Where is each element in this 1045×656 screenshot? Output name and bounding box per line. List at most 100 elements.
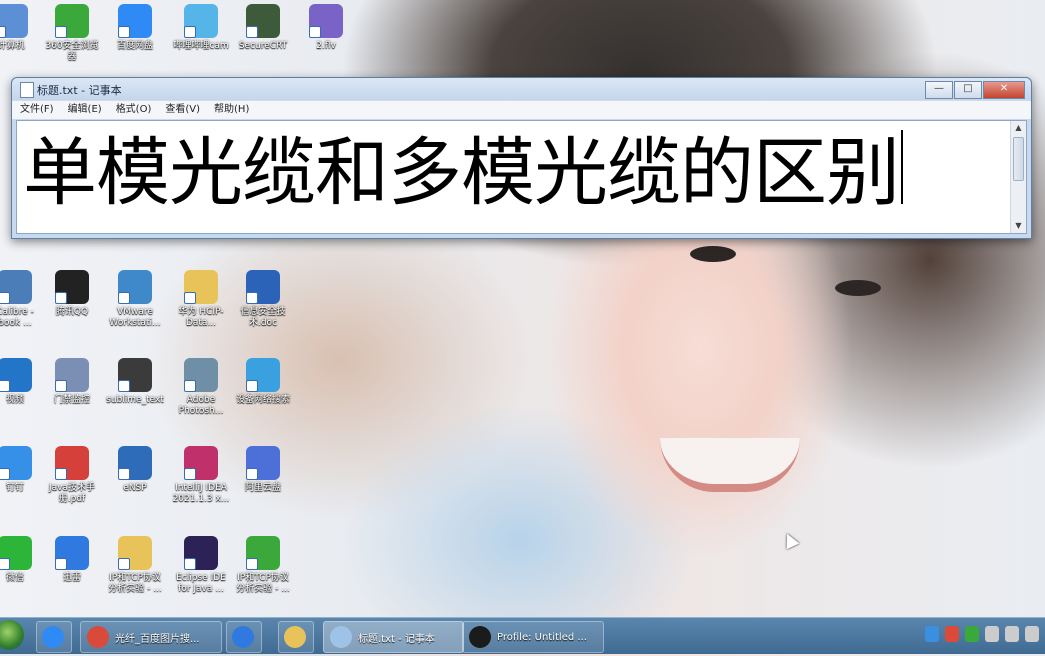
desktop-shortcut[interactable]: 计算机	[0, 4, 40, 52]
desktop-shortcut[interactable]: 设备网络搜索	[234, 358, 292, 406]
thunder-icon	[232, 626, 254, 648]
editor-content[interactable]: 单模光缆和多模光缆的区别	[23, 119, 903, 227]
image-file-icon	[184, 358, 218, 392]
desktop-shortcut-label: 设备网络搜索	[235, 395, 290, 405]
close-button[interactable]: ✕	[983, 81, 1025, 99]
desktop-shortcut-label: 腾讯QQ	[55, 307, 89, 317]
desktop-shortcut[interactable]: 2.flv	[297, 4, 355, 52]
tray-icon[interactable]	[945, 626, 959, 642]
desktop-shortcut[interactable]: Adobe Photosh...	[172, 358, 230, 417]
sublime-icon	[118, 358, 152, 392]
word-icon	[246, 270, 280, 304]
desktop-shortcut[interactable]: sublime_text	[106, 358, 164, 406]
desktop-shortcut[interactable]: Eclipse IDE for Java ...	[172, 536, 230, 595]
cloud-drive-icon	[118, 4, 152, 38]
desktop-shortcut[interactable]: eNSP	[106, 446, 164, 494]
desktop-shortcut-label: Adobe Photosh...	[178, 395, 224, 416]
notepad-window[interactable]: 标题.txt - 记事本 — □ ✕ 文件(F) 编辑(E) 格式(O) 查看(…	[11, 77, 1032, 239]
pdf-icon	[55, 446, 89, 480]
desktop-shortcut-label: SecureCRT	[238, 41, 288, 51]
desktop-shortcut-label: 哔哩哔哩cam	[173, 41, 229, 51]
taskbar-button[interactable]	[278, 621, 314, 653]
scroll-thumb[interactable]	[1013, 137, 1024, 181]
desktop-shortcut[interactable]: IP和TCP协议分析实验 - ...	[234, 536, 292, 595]
desktop-shortcut[interactable]: 钉钉	[0, 446, 44, 494]
desktop-shortcut-label: Eclipse IDE for Java ...	[176, 573, 226, 594]
folder-icon	[184, 270, 218, 304]
start-button[interactable]	[0, 620, 24, 650]
network-search-icon	[246, 358, 280, 392]
menu-view[interactable]: 查看(V)	[165, 101, 200, 119]
desktop-shortcut-label: 视频	[5, 395, 24, 405]
maximize-button[interactable]: □	[954, 81, 982, 99]
menu-format[interactable]: 格式(O)	[116, 101, 152, 119]
bilibili-icon	[184, 4, 218, 38]
book-icon	[0, 270, 32, 304]
terminal-icon	[246, 4, 280, 38]
video-player-icon	[0, 358, 32, 392]
minimize-button[interactable]: —	[925, 81, 953, 99]
desktop-shortcut-label: 百度网盘	[116, 41, 153, 51]
taskbar-button-label: 光纤_百度图片搜...	[115, 633, 200, 645]
vertical-scrollbar[interactable]: ▲ ▼	[1010, 121, 1026, 233]
tray-icon[interactable]	[1005, 626, 1019, 642]
desktop-shortcut[interactable]: 微信	[0, 536, 44, 584]
desktop-shortcut-label: VMware Workstati...	[109, 307, 161, 328]
tray-icon[interactable]	[965, 626, 979, 642]
computer-icon	[0, 4, 28, 38]
desktop-shortcut-label: IP和TCP协议分析实验 - ...	[236, 573, 290, 594]
desktop-shortcut[interactable]: 百度网盘	[106, 4, 164, 52]
taskbar: 光纤_百度图片搜... 标题.txt - 记事本 Profile: Untitled…	[0, 617, 1045, 654]
desktop-shortcut[interactable]: 哔哩哔哩cam	[172, 4, 230, 52]
taskbar-button[interactable]: Profile: Untitled ...	[462, 621, 604, 653]
window-controls: — □ ✕	[924, 81, 1025, 99]
notepad-icon	[330, 626, 352, 648]
desktop-shortcut-label: Calibre - book ...	[0, 307, 34, 328]
menu-help[interactable]: 帮助(H)	[214, 101, 249, 119]
desktop-shortcut[interactable]: IntelliJ IDEA 2021.1.3 x...	[172, 446, 230, 505]
desktop-shortcut[interactable]: Java技术手册.pdf	[43, 446, 101, 505]
desktop-shortcut[interactable]: 信息安全技术.doc	[234, 270, 292, 329]
browser-icon	[55, 4, 89, 38]
text-editor[interactable]: 单模光缆和多模光缆的区别 ▲ ▼	[16, 120, 1027, 234]
baidu-netdisk-icon	[42, 626, 64, 648]
thunder-icon	[55, 536, 89, 570]
taskbar-button[interactable]: 标题.txt - 记事本	[323, 621, 464, 653]
tray-icon[interactable]	[985, 626, 999, 642]
desktop-shortcut[interactable]: IP和TCP协议分析实验 - ...	[106, 536, 164, 595]
desktop-shortcut[interactable]: 门禁监控	[43, 358, 101, 406]
desktop-shortcut[interactable]: 华为 HCIP-Data...	[172, 270, 230, 329]
desktop-shortcut-label: 钉钉	[5, 483, 24, 493]
desktop-shortcut[interactable]: 阿里云盘	[234, 446, 292, 494]
taskbar-button[interactable]	[36, 621, 72, 653]
dingtalk-icon	[0, 446, 32, 480]
scroll-up-icon[interactable]: ▲	[1011, 121, 1026, 135]
desktop-shortcut-label: eNSP	[123, 483, 147, 493]
desktop-shortcut-label: 360安全浏览器	[45, 41, 99, 62]
notepad-titlebar[interactable]: 标题.txt - 记事本 — □ ✕	[12, 78, 1031, 100]
desktop-shortcut[interactable]: VMware Workstati...	[106, 270, 164, 329]
desktop-shortcut[interactable]: Calibre - book ...	[0, 270, 44, 329]
desktop-shortcut-label: 2.flv	[316, 41, 336, 51]
scroll-down-icon[interactable]: ▼	[1011, 219, 1026, 233]
menu-edit[interactable]: 编辑(E)	[68, 101, 102, 119]
taskbar-button[interactable]	[226, 621, 262, 653]
desktop-shortcut[interactable]: SecureCRT	[234, 4, 292, 52]
desktop-shortcut-label: 门禁监控	[53, 395, 90, 405]
notepad-icon	[20, 82, 34, 98]
tray-icon[interactable]	[925, 626, 939, 642]
tray-icon[interactable]	[1025, 626, 1039, 642]
chrome-icon	[87, 626, 109, 648]
desktop-shortcut-label: 计算机	[0, 41, 25, 51]
ensp-icon	[118, 446, 152, 480]
desktop-shortcut[interactable]: 360安全浏览器	[43, 4, 101, 63]
system-tray	[925, 626, 1039, 642]
desktop-shortcut[interactable]: 腾讯QQ	[43, 270, 101, 318]
qq-icon	[55, 270, 89, 304]
desktop-shortcut-label: Java技术手册.pdf	[48, 483, 95, 504]
desktop-shortcut[interactable]: 视频	[0, 358, 44, 406]
desktop-shortcut[interactable]: 迅雷	[43, 536, 101, 584]
menu-file[interactable]: 文件(F)	[20, 101, 54, 119]
taskbar-button[interactable]: 光纤_百度图片搜...	[80, 621, 222, 653]
desktop-shortcut-label: sublime_text	[106, 395, 164, 405]
